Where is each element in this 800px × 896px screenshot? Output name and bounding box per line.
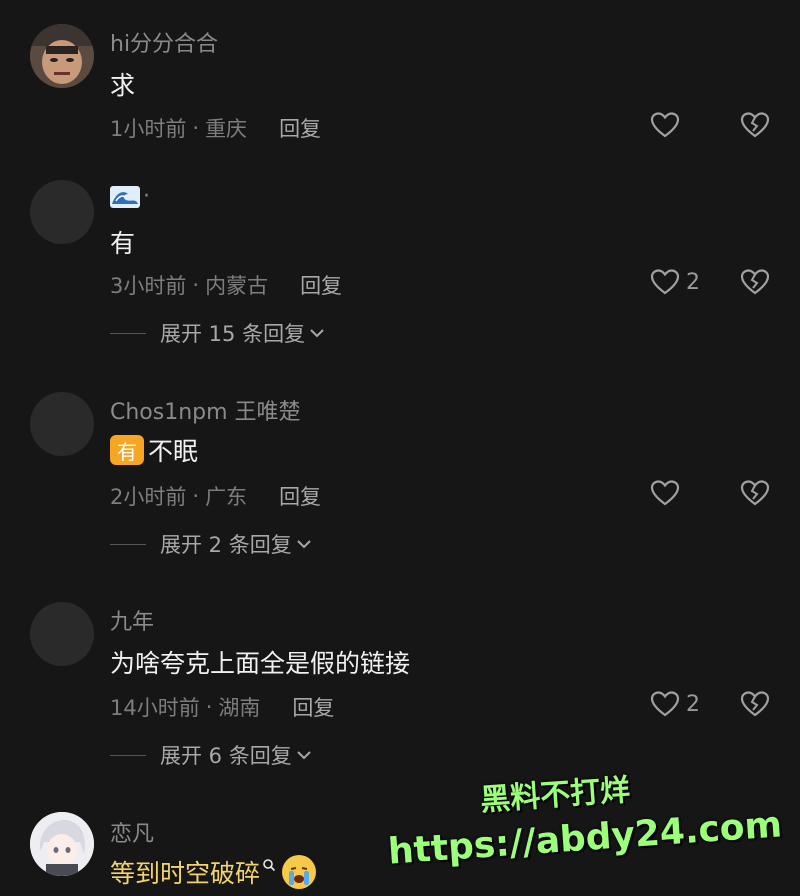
avatar-photo-icon (30, 24, 94, 88)
comment-location: 内蒙古 (205, 274, 269, 298)
avatar[interactable] (30, 392, 94, 456)
expand-replies-label: 展开 2 条回复 (160, 533, 292, 557)
comment-location: 重庆 (205, 117, 248, 141)
wave-emoji-icon (110, 185, 140, 208)
avatar[interactable] (30, 602, 94, 666)
anime-avatar-icon (30, 812, 94, 876)
reply-button[interactable]: 回复 (279, 113, 321, 143)
username[interactable]: 恋凡 (110, 816, 154, 848)
broken-heart-icon (740, 112, 770, 138)
avatar[interactable] (30, 812, 94, 876)
heart-icon (650, 112, 680, 138)
username[interactable]: Chos1npm 王唯楚 (110, 394, 301, 426)
chevron-down-icon (297, 540, 311, 549)
comment-meta: 3小时前 · 内蒙古 回复 (110, 270, 342, 300)
comment-text-body: 等到时空破碎 (110, 859, 261, 888)
comment-meta: 14小时前 · 湖南 回复 (110, 692, 334, 722)
reply-button[interactable]: 回复 (300, 270, 342, 300)
comment-time: 1小时前 (110, 117, 187, 141)
expand-replies-button[interactable]: 展开 6 条回复 (110, 740, 312, 770)
search-icon (263, 859, 276, 872)
emoji-badge: 有 (110, 435, 144, 465)
meta-separator: · (192, 116, 200, 140)
dislike-button[interactable] (740, 479, 770, 511)
comment-time: 2小时前 (110, 485, 187, 509)
comment-meta: 2小时前 · 广东 回复 (110, 481, 321, 511)
expand-replies-button[interactable]: 展开 15 条回复 (110, 318, 325, 348)
chevron-down-icon (310, 329, 324, 338)
expand-replies-label: 展开 15 条回复 (160, 322, 306, 346)
heart-icon (650, 691, 680, 717)
reply-button[interactable]: 回复 (279, 481, 321, 511)
like-count: 2 (686, 269, 700, 295)
comment-location: 广东 (205, 485, 248, 509)
broken-heart-icon (740, 480, 770, 506)
comment-text: 等到时空破碎 (110, 854, 317, 890)
username[interactable]: · (110, 184, 150, 209)
dislike-button[interactable] (740, 268, 770, 300)
divider-line (110, 543, 146, 545)
comment-text: 为啥夸克上面全是假的链接 (110, 649, 411, 678)
username-text: · (143, 184, 150, 209)
comment-text: 求 (110, 71, 136, 100)
username[interactable]: hi分分合合 (110, 26, 218, 58)
avatar[interactable] (30, 24, 94, 88)
meta-separator: · (192, 484, 200, 508)
watermark: 黑料不打烊 https://abdy24.com (380, 770, 790, 873)
username[interactable]: 九年 (110, 604, 154, 636)
heart-icon (650, 480, 680, 506)
divider-line (110, 332, 146, 334)
divider-line (110, 754, 146, 756)
like-button[interactable] (650, 111, 686, 139)
like-count: 2 (686, 691, 700, 717)
broken-heart-icon (740, 691, 770, 717)
reply-button[interactable]: 回复 (292, 692, 334, 722)
avatar[interactable] (30, 180, 94, 244)
like-button[interactable] (650, 479, 686, 507)
heart-icon (650, 269, 680, 295)
comment-meta: 1小时前 · 重庆 回复 (110, 113, 321, 143)
like-button[interactable]: 2 (650, 690, 700, 718)
expand-replies-label: 展开 6 条回复 (160, 744, 292, 768)
crying-emoji-icon (282, 855, 317, 889)
meta-separator: · (205, 695, 213, 719)
expand-replies-button[interactable]: 展开 2 条回复 (110, 529, 312, 559)
comment-text: 有 不眠 (110, 432, 198, 468)
comment-time: 14小时前 (110, 696, 200, 720)
broken-heart-icon (740, 269, 770, 295)
dislike-button[interactable] (740, 690, 770, 722)
chevron-down-icon (297, 751, 311, 760)
like-button[interactable]: 2 (650, 268, 700, 296)
comment-location: 湖南 (218, 696, 261, 720)
dislike-button[interactable] (740, 111, 770, 143)
comment-time: 3小时前 (110, 274, 187, 298)
comment-text-body: 不眠 (148, 437, 199, 466)
meta-separator: · (192, 273, 200, 297)
comment-text: 有 (110, 229, 136, 258)
